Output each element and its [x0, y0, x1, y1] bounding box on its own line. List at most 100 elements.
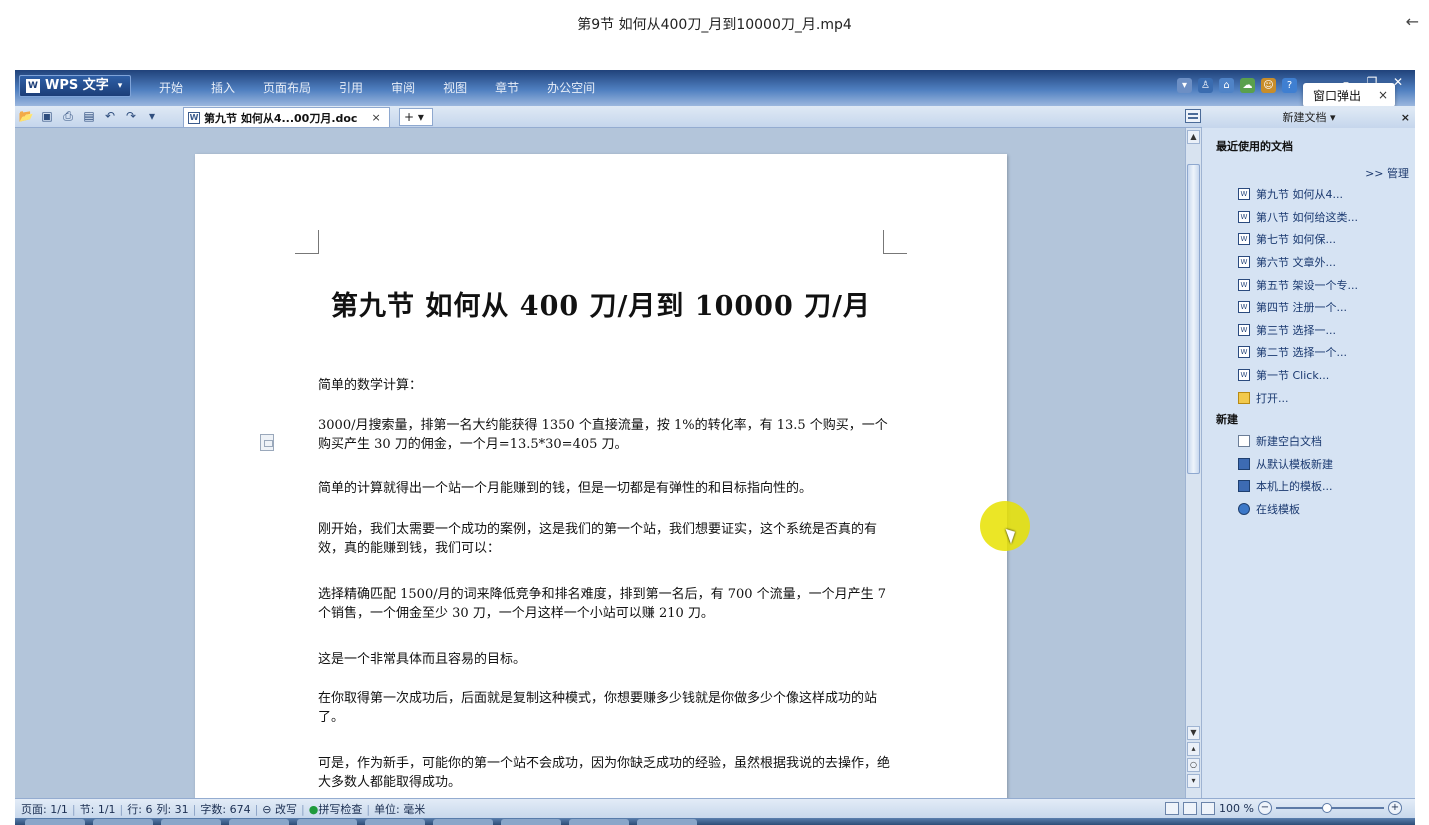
new-tab-button[interactable]: + ▾	[399, 108, 433, 126]
document-title: 第九节 如何从 400 刀/月到 10000 刀/月	[330, 291, 871, 322]
prev-page-icon[interactable]: ▴	[1187, 742, 1200, 756]
scroll-up-icon[interactable]: ▲	[1187, 130, 1200, 144]
taskbar-app-icon[interactable]	[569, 819, 629, 825]
tab-close-icon[interactable]: ×	[371, 111, 380, 124]
menu-view[interactable]: 视图	[429, 79, 481, 97]
task-pane-close-icon[interactable]: ×	[1401, 108, 1410, 128]
zoom-slider[interactable]	[1275, 803, 1384, 813]
manage-link[interactable]: >> 管理	[1365, 165, 1409, 181]
skin-icon[interactable]: ▾	[1177, 78, 1192, 93]
recent-doc-label: 第七节 如何保...	[1256, 233, 1336, 247]
new-blank-doc-item[interactable]: 新建空白文档	[1238, 430, 1333, 453]
home-icon[interactable]: ⌂	[1219, 78, 1234, 93]
menu-home[interactable]: 开始	[145, 79, 197, 97]
local-templates-item[interactable]: 本机上的模板...	[1238, 475, 1333, 498]
task-pane-header[interactable]: 新建文档 ▾ ×	[1202, 108, 1415, 128]
taskbar-app-icon[interactable]	[365, 819, 425, 825]
recent-doc-item[interactable]: W 第四节 注册一个...	[1238, 296, 1358, 319]
recent-doc-label: 第六节 文章外...	[1256, 256, 1336, 270]
spellcheck-dot-icon: ●	[308, 803, 319, 816]
user-icon[interactable]: ☺	[1261, 78, 1276, 93]
zoom-out-icon[interactable]: −	[1257, 801, 1272, 815]
doc-file-icon: W	[1238, 278, 1250, 291]
wps-menu-label: WPS 文字	[45, 78, 109, 93]
paragraph: 3000/月搜索量，排第一名大约能获得 1350 个直接流量，按 1%的转化率，…	[318, 418, 888, 452]
menu-references[interactable]: 引用	[325, 79, 377, 97]
blank-document-icon	[1238, 435, 1250, 448]
document-page[interactable]: 第九节 如何从 400 刀/月到 10000 刀/月 简单的数学计算： 3000…	[195, 154, 1007, 814]
template-icon	[1238, 480, 1250, 493]
redo-icon[interactable]: ↷	[123, 108, 139, 124]
browse-object-icon[interactable]: ○	[1187, 758, 1200, 772]
customize-icon[interactable]: ▾	[144, 108, 160, 124]
save-icon[interactable]: ▣	[39, 108, 55, 124]
page-view-icon[interactable]	[1165, 801, 1179, 815]
doc-file-icon: W	[1238, 210, 1250, 223]
globe-icon	[1238, 503, 1250, 516]
menu-insert[interactable]: 插入	[197, 79, 249, 97]
status-spellcheck[interactable]: ●拼写检查	[309, 801, 363, 817]
online-templates-item[interactable]: 在线模板	[1238, 498, 1333, 521]
status-overwrite[interactable]: ⊖ 改写	[262, 801, 297, 817]
help-icon[interactable]: ?	[1282, 78, 1297, 93]
open-file-item[interactable]: 打开...	[1238, 386, 1358, 409]
scroll-thumb[interactable]	[1187, 164, 1200, 474]
document-tab[interactable]: W 第九节 如何从4...00刀月.doc ×	[183, 107, 390, 127]
recent-doc-item[interactable]: W 第八节 如何给这类...	[1238, 206, 1358, 229]
recent-doc-item[interactable]: W 第三节 选择一...	[1238, 319, 1358, 342]
doc-file-icon: W	[1238, 188, 1250, 201]
zoom-controls: 100 % − +	[1165, 801, 1402, 815]
paragraph: 选择精确匹配 1500/月的词来降低竞争和排名难度，排到第一名后，有 700 个…	[318, 587, 887, 621]
taskbar-app-icon[interactable]	[501, 819, 561, 825]
menu-chapter[interactable]: 章节	[481, 79, 533, 97]
recent-doc-item[interactable]: W 第七节 如何保...	[1238, 228, 1358, 251]
print-icon[interactable]: ⎙	[60, 108, 76, 124]
taskbar-app-icon[interactable]	[297, 819, 357, 825]
zoom-level[interactable]: 100 %	[1219, 802, 1254, 815]
recent-doc-item[interactable]: W 第九节 如何从4...	[1238, 183, 1358, 206]
popout-close-icon[interactable]: ×	[1378, 88, 1388, 102]
paragraph: 简单的计算就得出一个站一个月能赚到的钱，但是一切都是有弹性的和目标指向性的。	[318, 481, 813, 496]
paragraph: 简单的数学计算：	[318, 378, 423, 393]
menu-page-layout[interactable]: 页面布局	[249, 79, 325, 97]
outline-view-icon[interactable]	[1183, 801, 1197, 815]
cloud-icon[interactable]: ☁	[1240, 78, 1255, 93]
new-from-default-template-item[interactable]: 从默认模板新建	[1238, 453, 1333, 476]
doc-file-icon: W	[1238, 256, 1250, 269]
recent-doc-item[interactable]: W 第五节 架设一个专...	[1238, 273, 1358, 296]
video-frame: W WPS 文字 ▾ 开始 插入 页面布局 引用 审阅 视图 章节 办公空间 ▾…	[15, 70, 1415, 825]
menu-review[interactable]: 审阅	[377, 79, 429, 97]
crop-mark-top-left	[295, 230, 319, 254]
vertical-scrollbar[interactable]: ▲ ▼ ▴ ○ ▾	[1185, 128, 1201, 798]
status-word-count[interactable]: 字数: 674	[200, 801, 250, 817]
zoom-slider-knob[interactable]	[1321, 803, 1332, 813]
recent-doc-item[interactable]: W 第六节 文章外...	[1238, 251, 1358, 274]
scroll-down-icon[interactable]: ▼	[1187, 726, 1200, 740]
status-page: 页面: 1/1	[21, 803, 68, 816]
taskbar-app-icon[interactable]	[93, 819, 153, 825]
doc-file-icon: W	[1238, 301, 1250, 314]
print-preview-icon[interactable]: ▤	[81, 108, 97, 124]
open-folder-icon[interactable]: 📂	[18, 108, 34, 124]
taskbar-app-icon[interactable]	[433, 819, 493, 825]
undo-icon[interactable]: ↶	[102, 108, 118, 124]
taskbar-app-icon[interactable]	[161, 819, 221, 825]
recent-doc-item[interactable]: W 第二节 选择一个...	[1238, 341, 1358, 364]
zoom-in-icon[interactable]: +	[1387, 801, 1402, 815]
taskpane-toggle-icon[interactable]	[1185, 109, 1201, 123]
shirt-icon[interactable]: ♙	[1198, 78, 1213, 93]
popout-window-button[interactable]: 窗口弹出 ×	[1303, 83, 1395, 107]
taskbar-app-icon[interactable]	[229, 819, 289, 825]
wps-menu-button[interactable]: W WPS 文字 ▾	[19, 75, 132, 97]
paragraph: 刚开始，我们太需要一个成功的案例，这是我们的第一个站，我们想要证实，这个系统是否…	[318, 522, 878, 556]
document-tab-label: 第九节 如何从4...00刀月.doc	[204, 111, 358, 125]
taskbar-app-icon[interactable]	[637, 819, 697, 825]
back-arrow-icon[interactable]: ←	[1406, 12, 1419, 31]
spellcheck-label: 拼写检查	[318, 803, 363, 816]
taskbar-start-icon[interactable]	[25, 819, 85, 825]
status-bar-info: 页面: 1/1 | 节: 1/1 | 行: 6 列: 31 | 字数: 674 | ⊖ …	[21, 801, 426, 817]
menu-office-space[interactable]: 办公空间	[533, 79, 609, 97]
next-page-icon[interactable]: ▾	[1187, 774, 1200, 788]
web-view-icon[interactable]	[1201, 801, 1215, 815]
recent-doc-item[interactable]: W 第一节 Click...	[1238, 364, 1358, 387]
